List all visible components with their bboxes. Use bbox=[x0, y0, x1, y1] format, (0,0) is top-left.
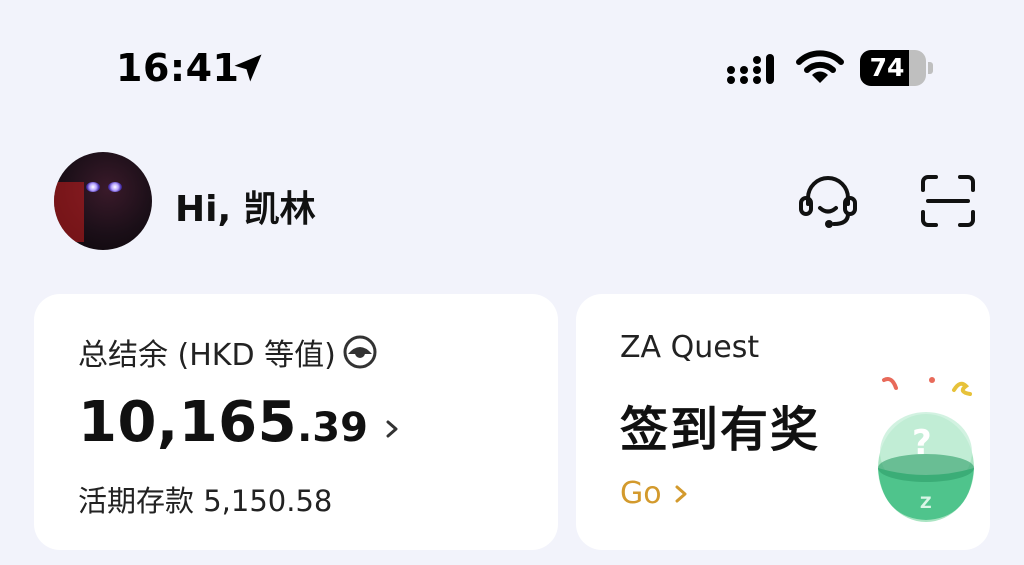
go-link[interactable]: Go bbox=[620, 476, 690, 511]
scan-icon[interactable] bbox=[920, 174, 976, 228]
quest-title: ZA Quest bbox=[620, 330, 760, 365]
avatar[interactable] bbox=[54, 152, 152, 250]
svg-text:?: ? bbox=[912, 423, 932, 463]
chevron-right-icon bbox=[675, 485, 687, 502]
status-bar: 16:41 74 bbox=[0, 0, 1024, 120]
balance-card[interactable]: 总结余 (HKD 等值) 10,165 .39 活期存款 5,150.58 bbox=[34, 294, 558, 550]
cellular-signal-icon bbox=[727, 54, 774, 84]
savings-amount: 5,150.58 bbox=[203, 484, 333, 518]
balance-amount-integer: 10,165 bbox=[78, 390, 298, 455]
balance-label: 总结余 (HKD 等值) bbox=[78, 338, 336, 373]
svg-text:Z: Z bbox=[920, 493, 932, 512]
savings-row: 活期存款 5,150.58 bbox=[78, 478, 332, 520]
battery-indicator: 74 bbox=[860, 50, 934, 86]
quest-subtitle: 签到有奖 bbox=[620, 402, 821, 458]
wifi-icon bbox=[796, 50, 844, 83]
location-arrow-icon bbox=[234, 54, 262, 82]
go-link-label: Go bbox=[620, 476, 662, 511]
status-time: 16:41 bbox=[116, 46, 240, 90]
eye-icon[interactable] bbox=[340, 335, 380, 369]
za-quest-card[interactable]: ZA Quest 签到有奖 Go ? Z bbox=[576, 294, 990, 550]
mystery-egg-illustration: ? Z bbox=[878, 377, 974, 522]
savings-label: 活期存款 bbox=[78, 484, 195, 518]
balance-label-row: 总结余 (HKD 等值) bbox=[78, 330, 380, 374]
balance-amount[interactable]: 10,165 .39 bbox=[78, 390, 402, 455]
chevron-right-icon bbox=[386, 420, 398, 438]
balance-amount-decimal: .39 bbox=[297, 405, 368, 451]
headset-icon[interactable] bbox=[798, 174, 858, 230]
battery-level-text: 74 bbox=[869, 53, 905, 82]
greeting-text: Hi, 凯林 bbox=[175, 189, 316, 230]
